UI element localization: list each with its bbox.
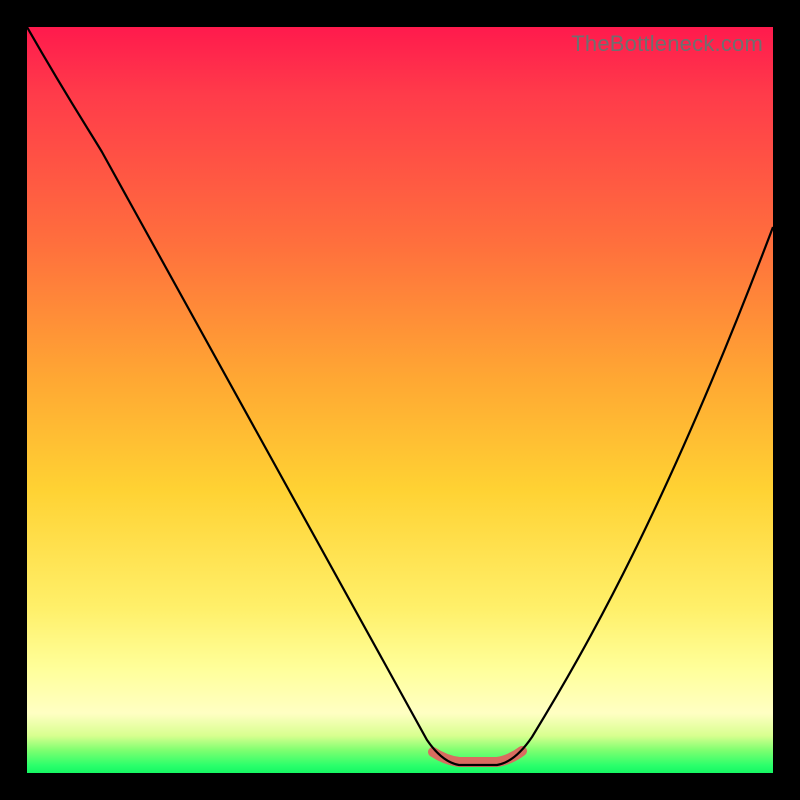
bottleneck-curve xyxy=(27,27,773,773)
curve-main xyxy=(27,27,773,765)
chart-frame: TheBottleneck.com xyxy=(0,0,800,800)
plot-area: TheBottleneck.com xyxy=(27,27,773,773)
